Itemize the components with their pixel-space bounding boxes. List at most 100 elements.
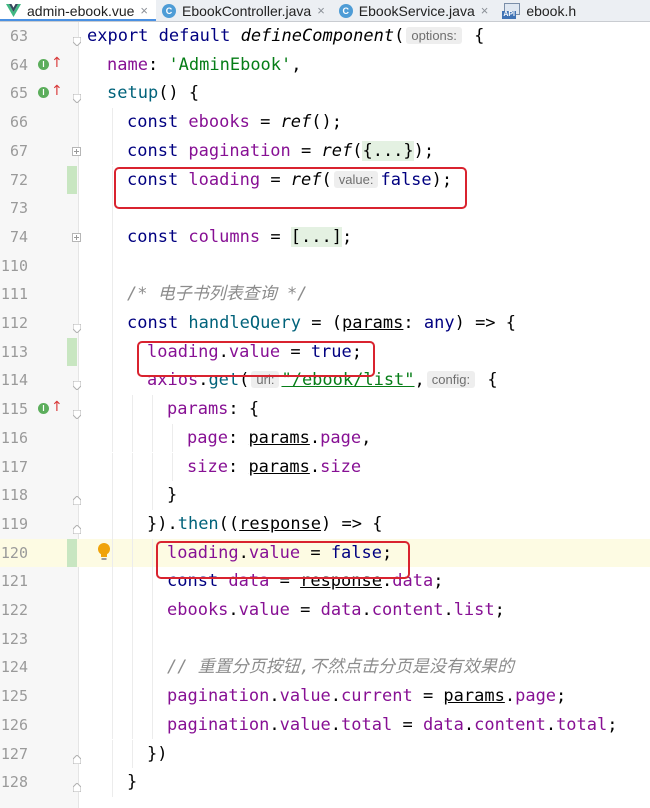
code-line: 126 pagination.value.total = data.conten… xyxy=(0,710,650,740)
code-text: export default defineComponent(options: … xyxy=(87,26,485,46)
code-line: 125 pagination.value.current = params.pa… xyxy=(0,682,650,711)
folded-region[interactable]: [...] xyxy=(290,226,342,247)
code-line: 116 page: params.page, xyxy=(0,423,650,453)
code-text: size: params.size xyxy=(187,456,362,477)
code-line: 111 /* 电子书列表查询 */ xyxy=(0,280,650,309)
code-text: const handleQuery = (params: any) => { xyxy=(127,313,517,333)
line-number: 123 xyxy=(0,629,28,648)
line-number: 115 xyxy=(0,400,28,419)
code-line: 117 size: params.size xyxy=(0,452,650,482)
code-text: const columns = [...]; xyxy=(127,226,353,247)
line-number: 113 xyxy=(0,342,28,361)
line-number: 111 xyxy=(0,285,28,304)
close-icon[interactable]: × xyxy=(317,3,325,18)
tab-admin-ebook-vue[interactable]: admin-ebook.vue × xyxy=(0,0,156,21)
line-number: 114 xyxy=(0,371,28,390)
code-line: 118 } xyxy=(0,481,650,510)
code-text: params: { xyxy=(167,399,260,420)
line-number: 120 xyxy=(0,543,28,562)
code-line: 123 xyxy=(0,624,650,654)
code-line: 74 const columns = [...]; xyxy=(0,222,650,252)
code-line: 119 }).then((response) => { xyxy=(0,509,650,539)
code-line: 63 export default defineComponent(option… xyxy=(0,22,650,51)
line-number: 72 xyxy=(9,170,28,189)
change-marker[interactable] xyxy=(67,538,77,568)
code-text: const ebooks = ref(); xyxy=(127,112,342,133)
line-number: 66 xyxy=(9,113,28,132)
override-arrow-icon[interactable]: ↑ xyxy=(51,399,63,415)
highlight-box-loading-true xyxy=(137,341,375,377)
code-line: 122 ebooks.value = data.content.list; xyxy=(0,596,650,625)
line-number: 125 xyxy=(0,687,28,706)
override-arrow-icon[interactable]: ↑ xyxy=(51,55,63,71)
fold-marker-icon[interactable] xyxy=(72,31,82,47)
code-text: ebooks.value = data.content.list; xyxy=(167,600,505,620)
code-text: name: 'AdminEbook', xyxy=(107,54,302,75)
lightbulb-icon[interactable] xyxy=(97,542,111,562)
code-text: const pagination = ref({...}); xyxy=(127,140,435,161)
line-number: 117 xyxy=(0,457,28,476)
code-text: pagination.value.total = data.content.to… xyxy=(167,714,618,735)
line-number: 119 xyxy=(0,514,28,533)
code-text: } xyxy=(167,485,178,506)
code-line: 124 // 重置分页按钮,不然点击分页是没有效果的 xyxy=(0,653,650,683)
tab-ebook-service[interactable]: C EbookService.java × xyxy=(333,0,497,21)
expand-fold-icon[interactable] xyxy=(72,232,81,242)
change-marker[interactable] xyxy=(67,337,77,367)
implements-icon[interactable]: I xyxy=(38,87,49,99)
fold-marker-icon[interactable] xyxy=(72,375,82,392)
fold-marker-icon[interactable] xyxy=(72,88,82,105)
implements-icon[interactable]: I xyxy=(38,58,49,70)
fold-end-icon[interactable] xyxy=(72,490,82,506)
line-number: 65 xyxy=(9,84,28,103)
fold-marker-icon[interactable] xyxy=(72,404,82,420)
code-line: 66 const ebooks = ref(); xyxy=(0,108,650,137)
change-marker[interactable] xyxy=(67,165,77,195)
code-text: }) xyxy=(147,743,168,764)
line-number: 112 xyxy=(0,314,28,332)
code-line: 110 xyxy=(0,251,650,281)
line-number: 118 xyxy=(0,486,28,505)
class-icon: C xyxy=(338,3,353,18)
fold-end-icon[interactable] xyxy=(72,749,82,764)
fold-marker-icon[interactable] xyxy=(72,318,82,334)
line-number: 67 xyxy=(9,141,28,160)
folded-region[interactable]: {...} xyxy=(362,140,414,161)
code-editor[interactable]: 63 export default defineComponent(option… xyxy=(0,22,650,808)
line-number: 126 xyxy=(0,715,28,734)
override-arrow-icon[interactable]: ↑ xyxy=(51,83,63,99)
tab-ebook-controller[interactable]: C EbookController.java × xyxy=(156,0,333,21)
tab-label: EbookController.java xyxy=(182,2,312,19)
highlight-box-loading-false xyxy=(156,541,410,579)
fold-end-icon[interactable] xyxy=(72,777,82,793)
code-line: 67 const pagination = ref({...}); xyxy=(0,136,650,166)
code-text: page: params.page, xyxy=(187,427,372,448)
tab-label: EbookService.java xyxy=(358,2,475,19)
class-icon: C xyxy=(162,3,176,18)
fold-marker-icon[interactable] xyxy=(72,519,82,535)
code-line: 64 I ↑ name: 'AdminEbook', xyxy=(0,51,650,80)
close-icon[interactable]: × xyxy=(140,3,148,18)
highlight-box-loading-ref xyxy=(114,167,467,209)
parameter-hint: config: xyxy=(426,371,476,389)
line-number: 64 xyxy=(9,55,28,74)
code-text: } xyxy=(127,772,138,793)
expand-fold-icon[interactable] xyxy=(72,146,81,156)
line-number: 63 xyxy=(9,27,28,45)
code-text: pagination.value.current = params.page; xyxy=(167,686,567,707)
line-number: 110 xyxy=(0,256,28,275)
tab-label: admin-ebook.vue xyxy=(27,2,135,19)
close-icon[interactable]: × xyxy=(481,3,489,18)
tab-ebook-h[interactable]: API ebook.h xyxy=(496,0,584,21)
line-number: 124 xyxy=(0,658,28,677)
line-number: 74 xyxy=(9,227,28,246)
line-number: 121 xyxy=(0,572,28,591)
api-icon: API xyxy=(502,2,521,19)
implements-icon[interactable]: I xyxy=(38,403,49,415)
code-line: 112 const handleQuery = (params: any) =>… xyxy=(0,309,650,338)
code-text: setup() { xyxy=(107,83,200,104)
line-number: 128 xyxy=(0,773,28,792)
code-line: 127 }) xyxy=(0,739,650,769)
code-line: 115 I ↑ params: { xyxy=(0,395,650,424)
code-line: 128 } xyxy=(0,768,650,797)
